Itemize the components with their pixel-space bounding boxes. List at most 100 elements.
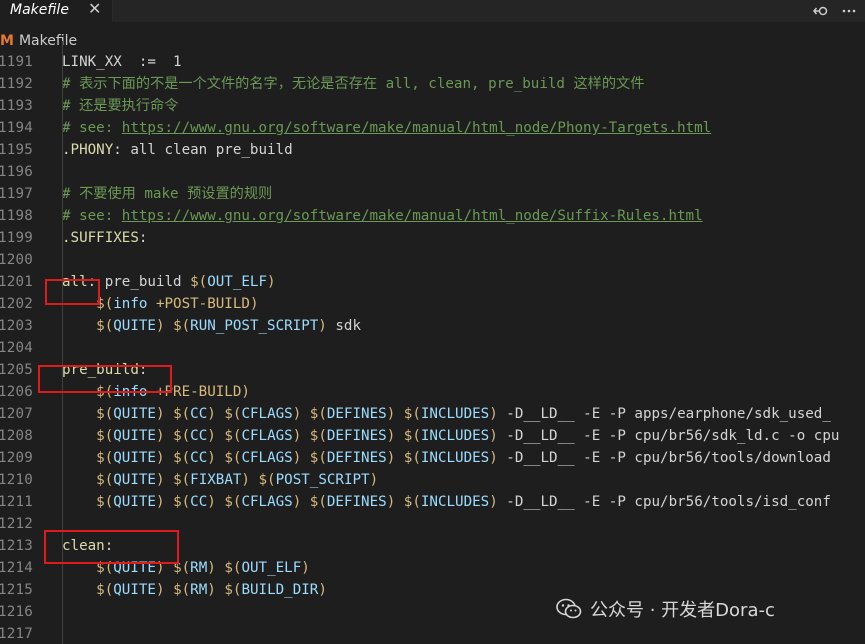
tab-bar: Makefile ✕ [0, 0, 865, 22]
code-editor[interactable]: LINK_XX := 1 1191 1192 # 表示下面的不是一个文件的名字，无论… [0, 41, 865, 644]
code-token: $( [309, 428, 327, 444]
code-token: CFLAGS [241, 450, 293, 466]
code-token: $( [173, 428, 191, 444]
code-token: ) [489, 450, 498, 466]
code-token: INCLUDES [420, 406, 490, 422]
code-token: : pre_build [87, 274, 191, 290]
code-token: info [113, 296, 148, 312]
doc-link[interactable]: https://www.gnu.org/software/make/manual… [122, 120, 711, 136]
code-token: CC [190, 428, 208, 444]
code-token: ) [155, 318, 165, 334]
code-token: ) [155, 472, 165, 488]
code-text: # 还是要执行命令 [62, 95, 178, 117]
code-token: -D__LD__ -E -P cpu/br56/tools/isd_conf [497, 494, 831, 510]
code-token: OUT_ELF [207, 274, 268, 290]
git-compare-icon[interactable] [813, 3, 829, 19]
code-token: ) [207, 582, 216, 598]
code-token: ) [318, 318, 327, 334]
line-number: 1217 [0, 626, 33, 642]
code-token: ) [241, 472, 250, 488]
code-token: INCLUDES [420, 494, 490, 510]
code-text: $(QUITE) $(CC) $(CFLAGS) $(DEFINES) $(IN… [62, 403, 831, 425]
code-token: $( [309, 406, 327, 422]
code-token: ) [155, 450, 165, 466]
code-token: ) [241, 384, 250, 400]
line-number: 1205 [0, 362, 33, 378]
code-token: ) [207, 406, 216, 422]
code-token: -D__LD__ -E -P cpu/br56/sdk_ld.c -o cpu [497, 428, 840, 444]
code-token: RM [190, 560, 208, 576]
code-token: $( [173, 450, 191, 466]
code-token: $( [190, 274, 208, 290]
watermark-text: 公众号 · 开发者Dora-c [590, 600, 775, 621]
code-token: ) [386, 428, 396, 444]
code-token: sdk [326, 318, 362, 334]
code-token: ) [249, 296, 259, 312]
line-number: 1214 [0, 560, 33, 576]
code-token: QUITE [113, 494, 156, 510]
highlight-box-clean [44, 530, 179, 564]
tab-makefile[interactable]: Makefile ✕ [0, 0, 113, 22]
doc-link[interactable]: https://www.gnu.org/software/make/manual… [122, 208, 703, 224]
code-token: OUT_ELF [241, 560, 302, 576]
more-icon[interactable] [841, 3, 857, 19]
code-token: ) [386, 494, 396, 510]
partial-top-line: LINK_XX := 1 [0, 41, 182, 70]
code-token: CFLAGS [241, 428, 293, 444]
code-token: DEFINES [326, 494, 387, 510]
code-token: ) [292, 406, 302, 422]
code-text: $(QUITE) $(RUN_POST_SCRIPT) sdk [62, 315, 361, 337]
code-token: $( [224, 582, 242, 598]
line-number: 1196 [0, 164, 33, 180]
line-number: 1204 [0, 340, 33, 356]
code-token: : [138, 230, 148, 246]
code-token: $( [403, 406, 421, 422]
close-icon[interactable]: ✕ [88, 0, 101, 18]
line-number: 1215 [0, 582, 33, 598]
code-token: $( [96, 318, 114, 334]
line-number: 1197 [0, 186, 33, 202]
code-token: $( [403, 494, 421, 510]
code-text: $(QUITE) $(FIXBAT) $(POST_SCRIPT) [62, 469, 378, 491]
code-token: QUITE [113, 582, 156, 598]
code-token: ) [369, 472, 379, 488]
code-token: ) [386, 450, 396, 466]
code-token: CFLAGS [241, 406, 293, 422]
code-token: # 表示下面的不是一个文件的名字，无论是否存在 all, clean, pre_… [62, 76, 645, 92]
code-token: $( [309, 494, 327, 510]
line-number: 1212 [0, 516, 33, 532]
watermark: 公众号 · 开发者Dora-c [556, 596, 775, 622]
code-token: $( [224, 560, 242, 576]
code-token: RUN_POST_SCRIPT [190, 318, 319, 334]
code-token: # 还是要执行命令 [62, 98, 179, 114]
line-number: 1195 [0, 142, 33, 158]
line-number: 1211 [0, 494, 33, 510]
code-token: ) [207, 494, 216, 510]
code-token: CC [190, 406, 208, 422]
code-token: INCLUDES [420, 450, 490, 466]
code-token: ) [155, 494, 165, 510]
code-token: $( [309, 450, 327, 466]
code-text: # 表示下面的不是一个文件的名字，无论是否存在 all, clean, pre_… [62, 73, 644, 95]
code-token: $( [224, 494, 242, 510]
code-token: QUITE [113, 406, 156, 422]
code-token: ) [386, 406, 396, 422]
line-number: 1200 [0, 252, 33, 268]
